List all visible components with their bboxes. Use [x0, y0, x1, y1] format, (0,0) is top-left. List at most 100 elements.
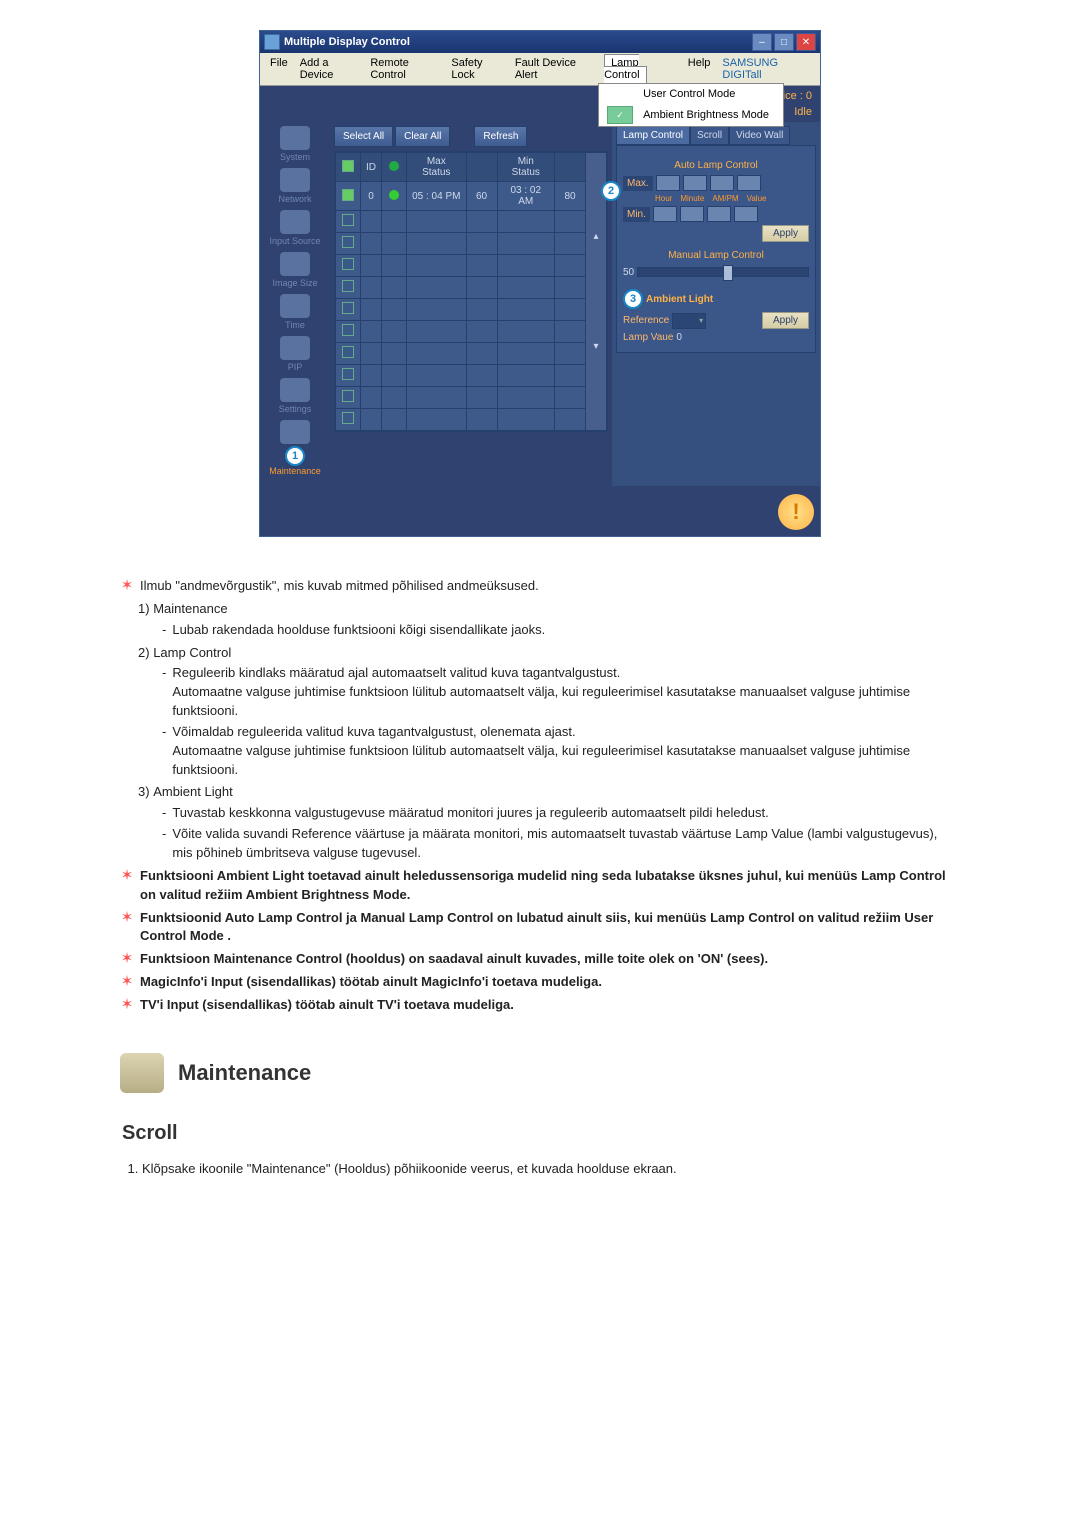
- doc-subitem: -Võimaldab reguleerida valitud kuva taga…: [162, 723, 960, 780]
- status-dot-icon: [389, 161, 399, 171]
- menu-bar: File Add a Device Remote Control Safety …: [260, 53, 820, 86]
- check-icon: ✓: [607, 106, 633, 124]
- table-row: [336, 277, 607, 299]
- sidebar-item-maintenance[interactable]: 1 Maintenance: [265, 420, 325, 476]
- doc-line: ✶ Ilmub "andmevõrgustik", mis kuvab mitm…: [120, 577, 960, 596]
- lamp-value-label: Lamp Vaue: [623, 332, 673, 343]
- clear-all-button[interactable]: Clear All: [395, 126, 450, 147]
- select-all-button[interactable]: Select All: [334, 126, 393, 147]
- tab-video-wall[interactable]: Video Wall: [729, 126, 790, 145]
- min-hour-select[interactable]: [653, 206, 677, 222]
- minimize-icon[interactable]: –: [752, 33, 772, 51]
- menu-file[interactable]: File: [264, 55, 294, 83]
- maximize-icon[interactable]: □: [774, 33, 794, 51]
- doc-subitem: -Võite valida suvandi Reference väärtuse…: [162, 825, 960, 863]
- table-row: [336, 365, 607, 387]
- doc-subitem: -Tuvastab keskkonna valgustugevuse määra…: [162, 804, 960, 823]
- table-row[interactable]: 0 05 : 04 PM 60 03 : 02 AM 80: [336, 182, 607, 211]
- col-max-status: Max Status: [407, 153, 467, 182]
- sidebar-item-time[interactable]: Time: [265, 294, 325, 330]
- menu-add-device[interactable]: Add a Device: [294, 55, 365, 83]
- menu-help[interactable]: Help: [682, 55, 717, 83]
- manual-lamp-slider[interactable]: [637, 267, 809, 277]
- data-grid: ID Max Status Min Status ▴▾ 0: [334, 151, 608, 432]
- min-minute-select[interactable]: [680, 206, 704, 222]
- max-label: Max.: [623, 176, 653, 191]
- doc-item-1: 1) Maintenance: [138, 600, 960, 619]
- doc-subitem: -Lubab rakendada hoolduse funktsiooni kõ…: [162, 621, 960, 640]
- doc-star-3: ✶Funktsioon Maintenance Control (hooldus…: [120, 950, 960, 969]
- header-checkbox[interactable]: [342, 160, 354, 172]
- minute-label: Minute: [680, 194, 704, 203]
- max-hour-select[interactable]: [656, 175, 680, 191]
- pip-icon: [280, 336, 310, 360]
- brand-label: SAMSUNG DIGITall: [716, 55, 816, 83]
- app-window: Multiple Display Control – □ ✕ File Add …: [259, 30, 821, 537]
- close-icon[interactable]: ✕: [796, 33, 816, 51]
- reference-select[interactable]: [672, 313, 706, 329]
- scroll-step-1: Klõpsake ikoonile "Maintenance" (Hooldus…: [142, 1160, 960, 1179]
- menu-item-user-control-mode[interactable]: User Control Mode: [599, 84, 783, 104]
- idle-label: Idle: [794, 106, 812, 118]
- star-icon: ✶: [120, 996, 134, 1014]
- badge-1: 1: [285, 446, 305, 466]
- menu-safety-lock[interactable]: Safety Lock: [445, 55, 508, 83]
- table-row: [336, 409, 607, 431]
- slider-thumb[interactable]: [723, 265, 733, 281]
- image-size-icon: [280, 252, 310, 276]
- table-row: [336, 299, 607, 321]
- doc-star-2: ✶Funktsioonid Auto Lamp Control ja Manua…: [120, 909, 960, 947]
- menu-item-ambient-brightness-mode[interactable]: ✓Ambient Brightness Mode: [599, 104, 783, 126]
- min-ampm-select[interactable]: [707, 206, 731, 222]
- max-minute-select[interactable]: [683, 175, 707, 191]
- maintenance-heading: Maintenance: [178, 1057, 311, 1089]
- network-icon: [280, 168, 310, 192]
- toolbar: Select All Clear All Refresh: [334, 126, 608, 147]
- row-checkbox[interactable]: [342, 189, 354, 201]
- star-icon: ✶: [120, 577, 134, 595]
- document-body: ✶ Ilmub "andmevõrgustik", mis kuvab mitm…: [110, 577, 970, 1179]
- time-icon: [280, 294, 310, 318]
- auto-apply-button[interactable]: Apply: [762, 225, 809, 242]
- badge-3: 3: [623, 289, 643, 309]
- sidebar-item-image-size[interactable]: Image Size: [265, 252, 325, 288]
- menu-lamp-control[interactable]: Lamp Control: [604, 54, 646, 84]
- maintenance-section-icon: [120, 1053, 164, 1093]
- sidebar-item-pip[interactable]: PIP: [265, 336, 325, 372]
- doc-item-3: 3) Ambient Light: [138, 783, 960, 802]
- table-row: [336, 233, 607, 255]
- sidebar-item-system[interactable]: System: [265, 126, 325, 162]
- ambient-apply-button[interactable]: Apply: [762, 312, 809, 329]
- table-row: [336, 321, 607, 343]
- table-row: [336, 211, 607, 233]
- ambient-light-title: Ambient Light: [646, 294, 713, 305]
- settings-icon: [280, 378, 310, 402]
- scroll-steps: Klõpsake ikoonile "Maintenance" (Hooldus…: [142, 1160, 960, 1179]
- reference-label: Reference: [623, 315, 669, 326]
- refresh-button[interactable]: Refresh: [474, 126, 527, 147]
- value-label: Value: [747, 194, 767, 203]
- tab-lamp-control[interactable]: Lamp Control: [616, 126, 690, 145]
- table-row: [336, 387, 607, 409]
- menu-fault-device-alert[interactable]: Fault Device Alert: [509, 55, 598, 83]
- lamp-control-dropdown: User Control Mode ✓Ambient Brightness Mo…: [598, 83, 784, 127]
- menu-remote-control[interactable]: Remote Control: [364, 55, 445, 83]
- max-value-select[interactable]: [737, 175, 761, 191]
- sidebar-item-network[interactable]: Network: [265, 168, 325, 204]
- title-bar: Multiple Display Control – □ ✕: [260, 31, 820, 53]
- max-ampm-select[interactable]: [710, 175, 734, 191]
- min-value-select[interactable]: [734, 206, 758, 222]
- input-source-icon: [280, 210, 310, 234]
- manual-value: 50: [623, 267, 634, 278]
- min-label: Min.: [623, 207, 650, 222]
- star-icon: ✶: [120, 909, 134, 927]
- sidebar: System Network Input Source Image Size T…: [260, 122, 330, 486]
- lamp-value: 0: [676, 332, 682, 343]
- doc-star-5: ✶TV'i Input (sisendallikas) töötab ainul…: [120, 996, 960, 1015]
- tab-scroll[interactable]: Scroll: [690, 126, 729, 145]
- sidebar-item-settings[interactable]: Settings: [265, 378, 325, 414]
- warning-icon: !: [778, 494, 814, 530]
- content-row: System Network Input Source Image Size T…: [260, 122, 820, 486]
- sidebar-item-input-source[interactable]: Input Source: [265, 210, 325, 246]
- star-icon: ✶: [120, 950, 134, 968]
